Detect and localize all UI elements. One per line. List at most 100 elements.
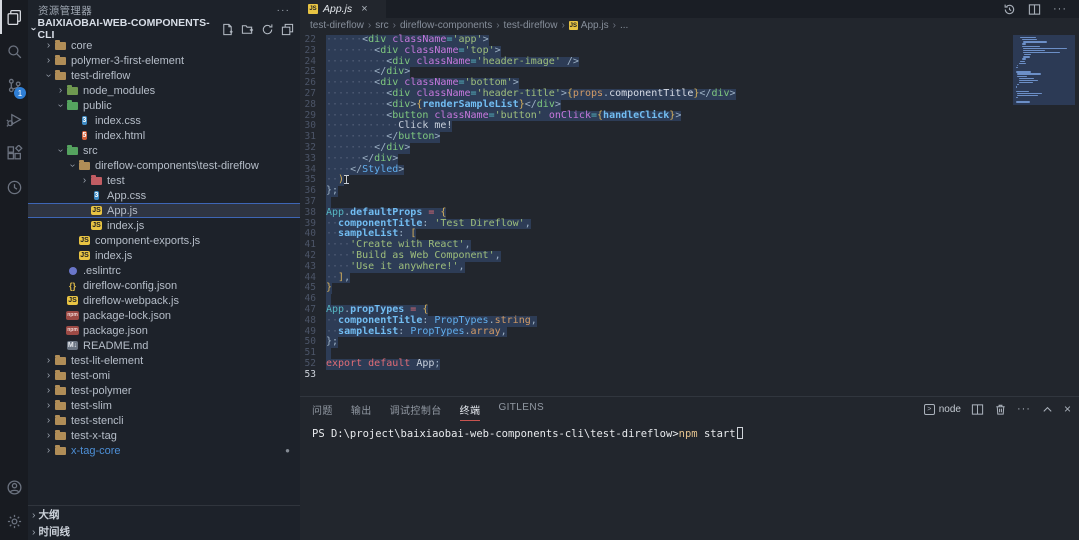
split-terminal-icon[interactable] xyxy=(971,403,984,416)
timeline-section[interactable]: › 时间线 xyxy=(28,523,300,540)
minimap[interactable] xyxy=(1013,33,1079,396)
panel-more-icon[interactable]: ··· xyxy=(1017,403,1031,415)
tree-item-index-js[interactable]: JS index.js xyxy=(28,218,300,233)
history-extension-icon[interactable] xyxy=(0,170,28,204)
folder-icon xyxy=(54,444,67,456)
panel-tab-问题[interactable]: 问题 xyxy=(312,398,333,421)
tab-appjs[interactable]: JS App.js × xyxy=(300,0,386,18)
code-line-49[interactable]: 49 ··sampleList: PropTypes.array, xyxy=(300,326,1013,338)
tree-item-package-json[interactable]: npm package.json xyxy=(28,323,300,338)
tree-item-app-js[interactable]: JS App.js xyxy=(28,203,300,218)
shell-selector[interactable]: > node xyxy=(923,403,961,415)
code-line-44[interactable]: 44 ··], xyxy=(300,272,1013,284)
breadcrumb-item[interactable]: ... xyxy=(620,20,628,31)
tree-item-component-exports-js[interactable]: JS component-exports.js xyxy=(28,233,300,248)
refresh-icon[interactable] xyxy=(261,23,274,36)
tree-item-direflow-webpack-js[interactable]: JS direflow-webpack.js xyxy=(28,293,300,308)
code-line-43[interactable]: 43 ····'Use it anywhere!', xyxy=(300,260,1013,273)
json-file-icon: {} xyxy=(68,280,76,291)
new-folder-icon[interactable] xyxy=(241,23,254,36)
source-control-icon[interactable]: 1 xyxy=(0,68,28,102)
tree-item-label: component-exports.js xyxy=(95,234,201,247)
breadcrumb-item[interactable]: test-direflow xyxy=(310,20,364,31)
code-line-52[interactable]: 52 export default App; xyxy=(300,358,1013,370)
new-file-icon[interactable] xyxy=(221,23,234,36)
tree-item-direflow-components-test-direflow[interactable]: › direflow-components\test-direflow xyxy=(28,158,300,173)
project-section-header[interactable]: › BAIXIAOBAI-WEB-COMPONENTS-CLI xyxy=(28,17,300,41)
breadcrumb-item[interactable]: direflow-components xyxy=(400,20,492,31)
tree-item-readme-md[interactable]: M↓ README.md xyxy=(28,338,300,353)
tab-label: App.js xyxy=(323,3,353,15)
tree-item-index-js[interactable]: JS index.js xyxy=(28,248,300,263)
line-number: 43 xyxy=(304,260,316,272)
account-icon[interactable] xyxy=(0,470,28,504)
tree-item-label: App.css xyxy=(107,189,147,202)
breadcrumb-item[interactable]: src xyxy=(375,20,388,31)
tree-item-label: index.css xyxy=(95,114,141,127)
settings-gear-icon[interactable] xyxy=(0,504,28,538)
code-line-32[interactable]: 32 ········</div> xyxy=(300,142,1013,154)
panel-header: 问题 输出 调试控制台 终端 GITLENS > node ··· × xyxy=(300,397,1079,421)
tree-item-index-html[interactable]: 5 index.html xyxy=(28,128,300,143)
tree-item-package-lock-json[interactable]: npm package-lock.json xyxy=(28,308,300,323)
tree-item-test-polymer[interactable]: › test-polymer xyxy=(28,383,300,398)
code-line-36[interactable]: 36}; xyxy=(300,185,1013,197)
code-line-45[interactable]: 45} xyxy=(300,282,1013,295)
kill-terminal-trash-icon[interactable] xyxy=(994,403,1007,416)
tree-item-label: test-omi xyxy=(71,369,111,382)
collapse-all-icon[interactable] xyxy=(281,23,294,36)
outline-section[interactable]: › 大纲 xyxy=(28,506,300,523)
chevron-down-icon: › xyxy=(55,148,66,153)
terminal-cursor xyxy=(736,427,743,439)
tree-item-test-slim[interactable]: › test-slim xyxy=(28,398,300,413)
sidebar-explorer: 资源管理器 ··· › BAIXIAOBAI-WEB-COMPONENTS-CL… xyxy=(28,0,300,540)
tree-item-test-omi[interactable]: › test-omi xyxy=(28,368,300,383)
tree-item-test[interactable]: › test xyxy=(28,173,300,188)
panel-tab-GITLENS[interactable]: GITLENS xyxy=(498,398,544,421)
tree-item-test-direflow[interactable]: › test-direflow xyxy=(28,68,300,83)
tree-item-node-modules[interactable]: › node_modules xyxy=(28,83,300,98)
code-line-34[interactable]: 34 ····</Styled> xyxy=(300,164,1013,176)
panel-tab-输出[interactable]: 输出 xyxy=(351,398,372,421)
tree-item-test-x-tag[interactable]: › test-x-tag xyxy=(28,428,300,443)
tree-item-direflow-config-json[interactable]: {} direflow-config.json xyxy=(28,278,300,293)
tree-item-test-stencli[interactable]: › test-stencli xyxy=(28,413,300,428)
tree-item-src[interactable]: › src xyxy=(28,143,300,158)
html-file-icon: 5 xyxy=(81,131,88,140)
tree-item-x-tag-core[interactable]: › x-tag-core ● xyxy=(28,443,300,458)
sidebar-more-actions-icon[interactable]: ··· xyxy=(277,4,291,16)
tree-item-polymer-3-first-element[interactable]: › polymer-3-first-element xyxy=(28,53,300,68)
panel-tab-调试控制台[interactable]: 调试控制台 xyxy=(390,398,442,421)
breadcrumb-separator: › xyxy=(496,20,500,31)
explorer-icon[interactable] xyxy=(0,0,28,34)
chevron-right-icon: › xyxy=(46,430,51,441)
panel-tab-终端[interactable]: 终端 xyxy=(459,398,481,421)
run-debug-icon[interactable] xyxy=(0,102,28,136)
code-line-33[interactable]: 33 ······</div> xyxy=(300,153,1013,165)
split-editor-icon[interactable] xyxy=(1028,3,1041,16)
breadcrumb-item[interactable]: JS App.js xyxy=(568,20,609,31)
tab-close-icon[interactable]: × xyxy=(361,3,367,15)
tree-item-label: test-stencli xyxy=(71,414,124,427)
code-pane[interactable]: 22 ······<div className='app'> 23 ········<… xyxy=(300,33,1013,396)
tree-item-app-css[interactable]: 3 App.css xyxy=(28,188,300,203)
tree-item-test-lit-element[interactable]: › test-lit-element xyxy=(28,353,300,368)
code-line-50[interactable]: 50}; xyxy=(300,336,1013,349)
sidebar-title: 资源管理器 xyxy=(38,4,92,17)
search-icon[interactable] xyxy=(0,34,28,68)
close-panel-icon[interactable]: × xyxy=(1064,402,1071,416)
code-line-53[interactable]: 53 xyxy=(300,369,1013,381)
folder-icon xyxy=(54,69,67,81)
code-line-35[interactable]: 35 ··) xyxy=(300,174,1013,187)
history-icon[interactable] xyxy=(1003,3,1016,16)
tree-item-core[interactable]: › core xyxy=(28,38,300,53)
maximize-panel-icon[interactable] xyxy=(1041,403,1054,416)
breadcrumb-separator: › xyxy=(612,20,616,31)
tree-item-public[interactable]: › public xyxy=(28,98,300,113)
more-actions-icon[interactable]: ··· xyxy=(1053,3,1067,15)
terminal[interactable]: PS D:\project\baixiaobai-web-components-… xyxy=(300,421,1079,440)
extensions-icon[interactable] xyxy=(0,136,28,170)
breadcrumb-item[interactable]: test-direflow xyxy=(504,20,558,31)
tree-item--eslintrc[interactable]: .eslintrc xyxy=(28,263,300,278)
tree-item-index-css[interactable]: 3 index.css xyxy=(28,113,300,128)
